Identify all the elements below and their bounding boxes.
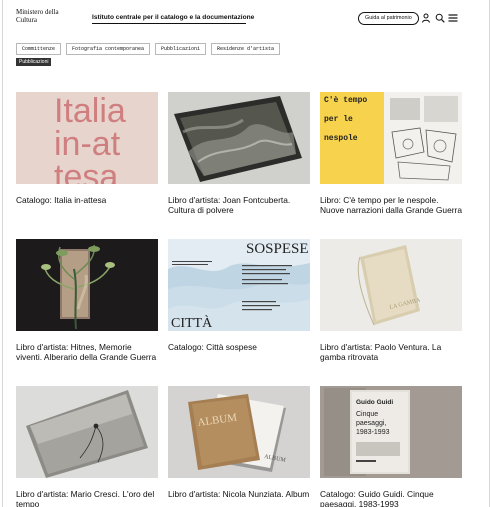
cover-art — [16, 239, 158, 331]
svg-text:C'è tempo: C'è tempo — [324, 96, 367, 105]
cover-image — [16, 239, 158, 331]
cover-art — [16, 386, 158, 478]
card-cresci[interactable]: Libro d'artista: Mario Cresci. L'oro del… — [16, 386, 158, 507]
cover-art: ALBUM ALBUM — [168, 386, 310, 478]
cover-art: Guido Guidi Cinque paesaggi, 1983-1993 — [320, 386, 462, 478]
svg-text:Guido Guidi: Guido Guidi — [356, 399, 393, 406]
filter-chip-pubblicazioni[interactable]: Pubblicazioni — [155, 43, 207, 55]
user-icon[interactable] — [421, 13, 431, 23]
cover-image: LA GAMBA — [320, 239, 462, 331]
filter-chip-residenze[interactable]: Residenze d'artista — [211, 43, 281, 55]
svg-text:paesaggi,: paesaggi, — [356, 420, 386, 427]
active-filter-tag[interactable]: Pubblicazioni — [16, 58, 52, 66]
card-caption: Catalogo: Italia in-attesa — [16, 195, 107, 205]
ministry-logo[interactable]: Ministero della Cultura — [16, 8, 76, 24]
svg-text:nespole: nespole — [324, 134, 358, 143]
guide-button[interactable]: Guida al patrimonio — [358, 12, 419, 25]
card-guidi[interactable]: Guido Guidi Cinque paesaggi, 1983-1993 C… — [320, 386, 462, 507]
cover-image: Guido Guidi Cinque paesaggi, 1983-1993 — [320, 386, 462, 478]
card-caption: Catalogo: Guido Guidi. Cinque paesaggi. … — [320, 489, 434, 507]
card-hitnes[interactable]: Libro d'artista: Hitnes, Memorie viventi… — [16, 239, 158, 362]
cover-art: LA GAMBA — [320, 239, 462, 331]
svg-text:SOSPESE: SOSPESE — [246, 241, 309, 257]
card-caption: Libro d'artista: Nicola Nunziata. Album — [168, 489, 310, 499]
institute-underline — [92, 23, 246, 24]
menu-icon[interactable] — [448, 13, 458, 23]
cover-art: Italia in-at tesa — [16, 92, 158, 184]
filter-bar: Committenze Fotografia contemporanea Pub… — [16, 43, 281, 55]
svg-text:per le: per le — [324, 115, 353, 124]
cover-art: C'è tempo per le nespole — [320, 92, 462, 184]
card-caption: Libro d'artista: Mario Cresci. L'oro del… — [16, 489, 155, 507]
card-fontcuberta[interactable]: Libro d'artista: Joan Fontcuberta. Cultu… — [168, 92, 310, 215]
svg-text:CITTÀ: CITTÀ — [171, 314, 213, 331]
site-header: Ministero della Cultura Istituto central… — [16, 8, 478, 30]
card-citta-sospese[interactable]: SOSPESE CITTÀ Catalogo: Città sospese — [168, 239, 310, 352]
card-caption: Libro: C'è tempo per le nespole. Nuove n… — [320, 195, 462, 215]
institute-title[interactable]: Istituto centrale per il catalogo e la d… — [92, 14, 254, 21]
cover-image — [168, 92, 310, 184]
card-caption: Libro d'artista: Paolo Ventura. La gamba… — [320, 342, 442, 362]
search-icon[interactable] — [435, 13, 445, 23]
card-nespole[interactable]: C'è tempo per le nespole Libro: C'è temp… — [320, 92, 462, 215]
card-caption: Catalogo: Città sospese — [168, 342, 257, 352]
svg-text:tesa: tesa — [54, 158, 118, 184]
card-caption: Libro d'artista: Joan Fontcuberta. Cultu… — [168, 195, 291, 215]
cover-image — [16, 386, 158, 478]
filter-chip-committenze[interactable]: Committenze — [16, 43, 62, 55]
card-caption: Libro d'artista: Hitnes, Memorie viventi… — [16, 342, 157, 362]
card-italia-in-attesa[interactable]: Italia in-at tesa Catalogo: Italia in-at… — [16, 92, 158, 205]
cover-image: ALBUM ALBUM — [168, 386, 310, 478]
filter-chip-fotografia[interactable]: Fotografia contemporanea — [66, 43, 151, 55]
svg-text:1983-1993: 1983-1993 — [356, 429, 390, 436]
card-ventura[interactable]: LA GAMBA Libro d'artista: Paolo Ventura.… — [320, 239, 462, 362]
cover-image: Italia in-at tesa — [16, 92, 158, 184]
cover-art: SOSPESE CITTÀ — [168, 239, 310, 331]
cover-art — [168, 92, 310, 184]
cover-image: C'è tempo per le nespole — [320, 92, 462, 184]
cover-image: SOSPESE CITTÀ — [168, 239, 310, 331]
svg-text:Cinque: Cinque — [356, 411, 378, 418]
card-nunziata[interactable]: ALBUM ALBUM Libro d'artista: Nicola Nunz… — [168, 386, 310, 499]
